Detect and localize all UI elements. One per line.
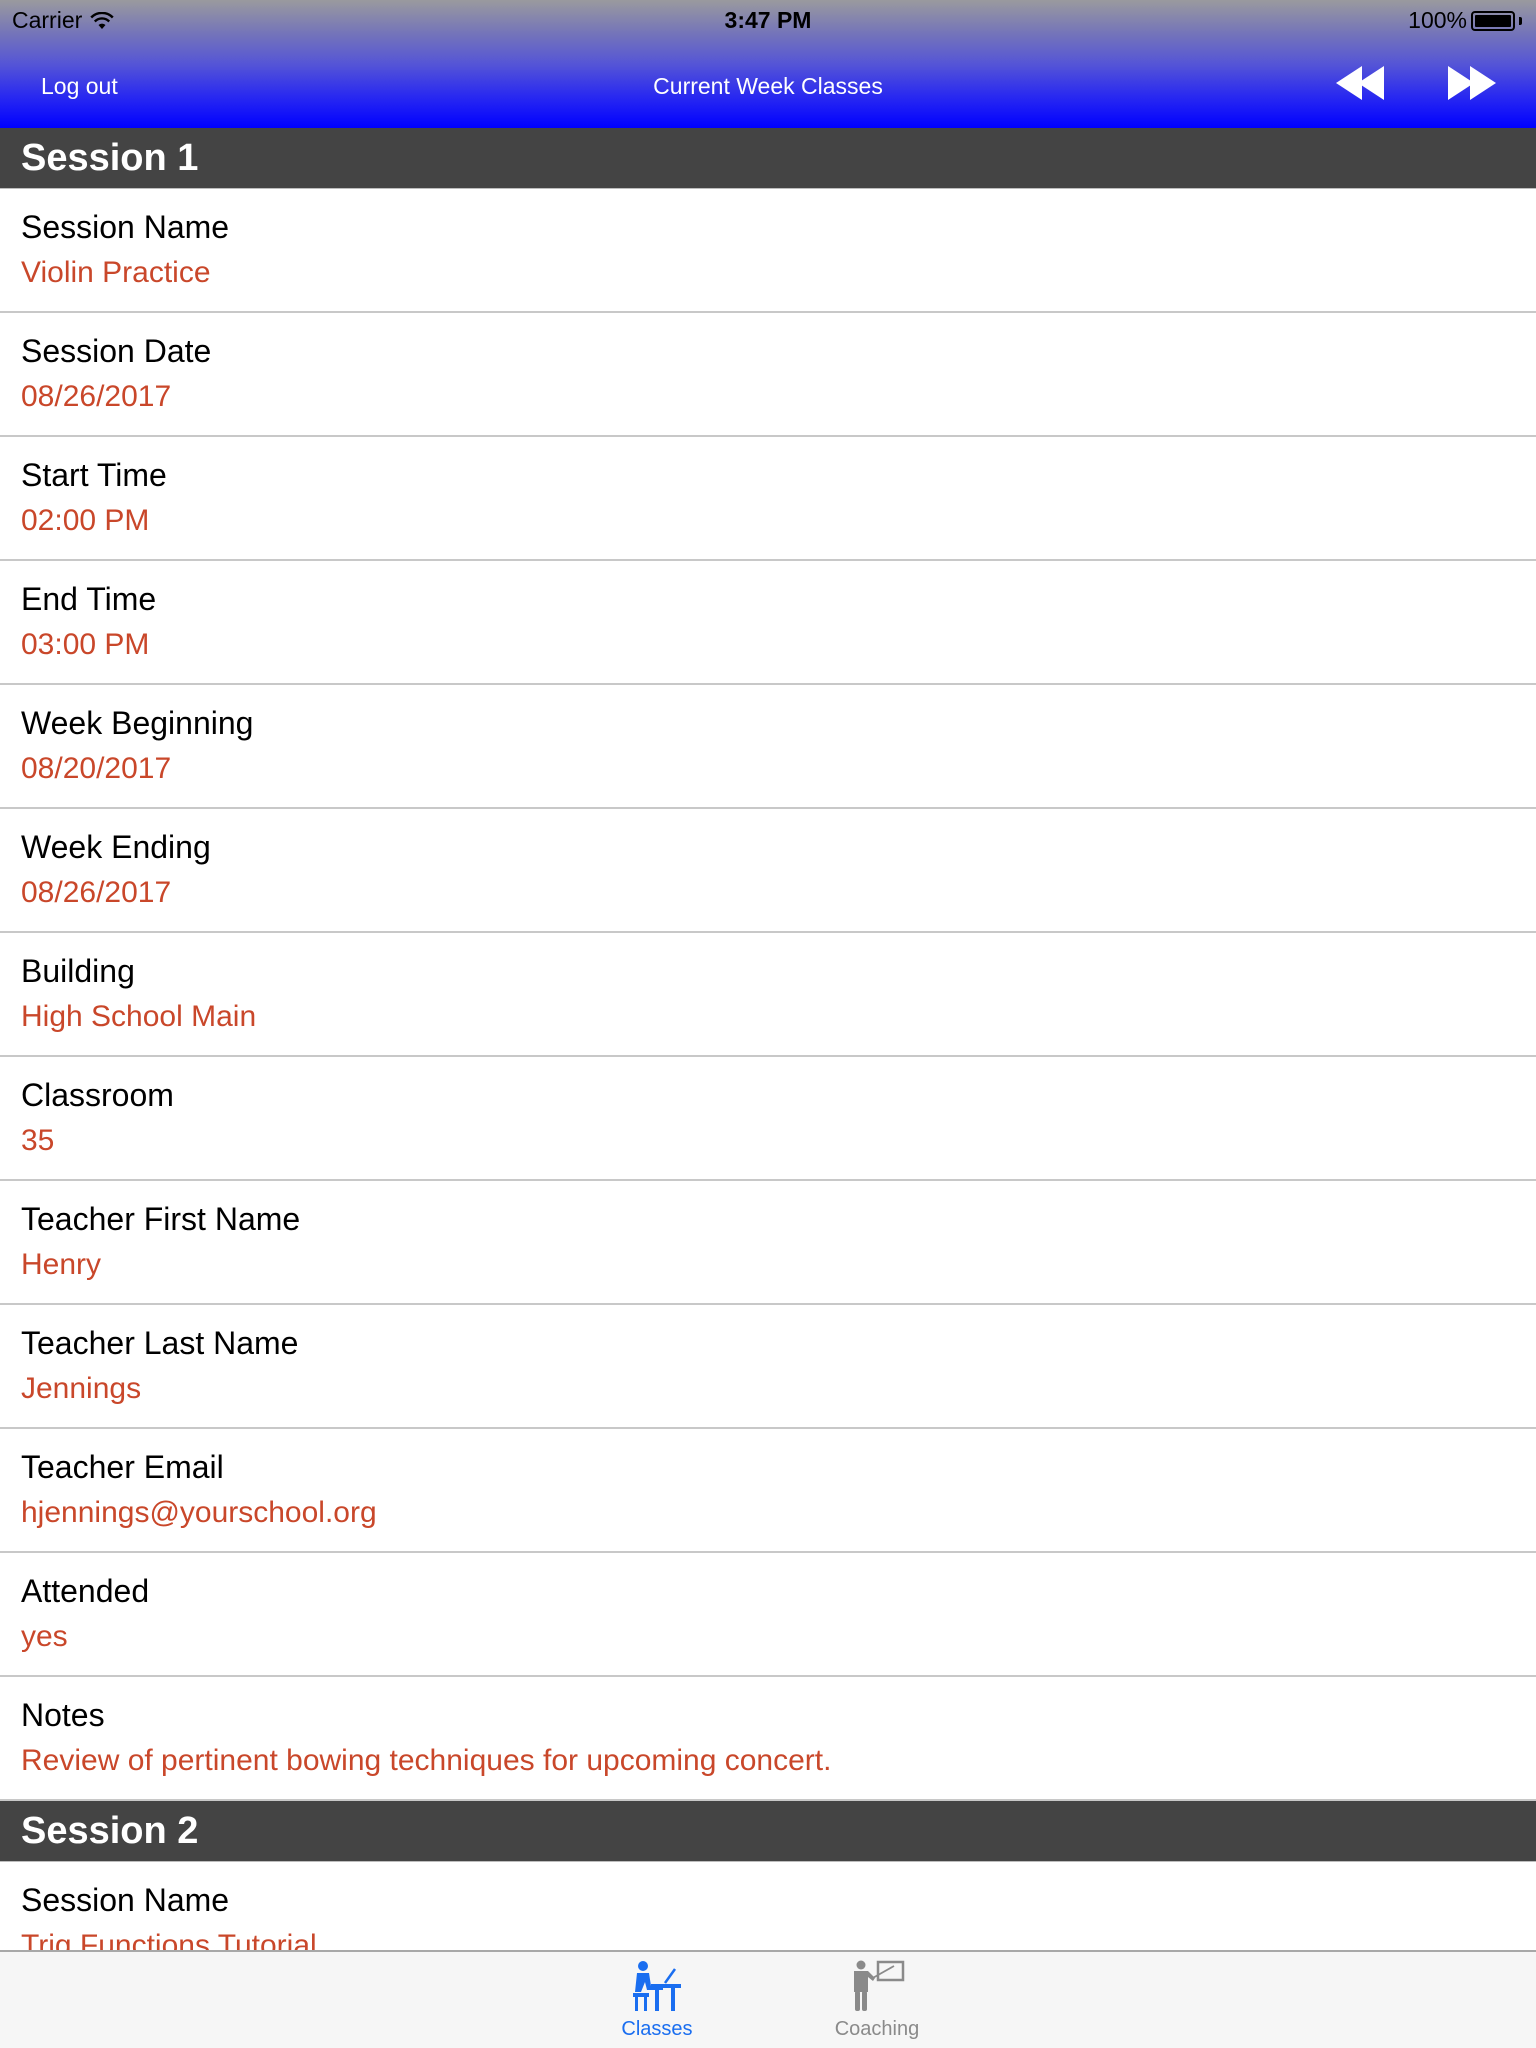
logout-button[interactable]: Log out [41,73,118,100]
battery-percent: 100% [1408,7,1467,33]
field-value: 35 [21,1124,55,1157]
field-row-building: Building High School Main [0,933,1536,1057]
field-value: 08/26/2017 [21,876,172,909]
field-label: Classroom [21,1077,174,1113]
tab-label: Coaching [834,2018,920,2040]
field-label: Building [21,953,135,989]
field-row-notes: Notes Review of pertinent bowing techniq… [0,1677,1536,1801]
field-value: Trig Functions Tutorial [21,1929,317,1950]
field-label: Start Time [21,457,167,493]
field-label: Session Name [21,209,230,245]
battery-indicator: 100% [1408,7,1522,34]
field-row-session-name: Session Name Trig Functions Tutorial [0,1862,1536,1950]
field-label: Session Name [21,1882,230,1918]
field-value: 03:00 PM [21,628,150,661]
sessions-list[interactable]: Session 1 Session Name Violin Practice S… [0,128,1536,1950]
field-label: Week Ending [21,829,211,865]
field-row-session-date: Session Date 08/26/2017 [0,313,1536,437]
field-value: Henry [21,1248,102,1281]
page-title: Current Week Classes [653,73,883,99]
field-label: End Time [21,581,157,617]
status-time: 3:47 PM [724,7,812,33]
status-bar: Carrier 3:47 PM 100% [0,0,1536,40]
field-row-week-ending: Week Ending 08/26/2017 [0,809,1536,933]
section-header-session-1: Session 1 [0,128,1536,189]
tab-bar: Classes Coaching [0,1950,1536,2048]
field-value: High School Main [21,1000,257,1033]
field-row-week-beginning: Week Beginning 08/20/2017 [0,685,1536,809]
navigation-bar: Log out Current Week Classes [0,40,1536,128]
section-header-session-2: Session 2 [0,1801,1536,1862]
field-label: Teacher Last Name [21,1325,299,1361]
field-label: Attended [21,1573,150,1609]
student-desk-icon [633,1961,681,2011]
field-label: Week Beginning [21,705,254,741]
field-value: 08/26/2017 [21,380,172,413]
field-label: Teacher First Name [21,1201,301,1237]
battery-icon [1471,10,1515,31]
field-value: yes [21,1620,68,1653]
field-label: Teacher Email [21,1449,224,1485]
field-row-session-name: Session Name Violin Practice [0,189,1536,313]
field-row-start-time: Start Time 02:00 PM [0,437,1536,561]
field-row-attended: Attended yes [0,1553,1536,1677]
field-label: Session Date [21,333,212,369]
tab-coaching[interactable]: Coaching [797,1960,957,2048]
teacher-email-link[interactable]: hjennings@yourschool.org [21,1496,377,1530]
field-value: Review of pertinent bowing techniques fo… [21,1744,832,1777]
tab-classes[interactable]: Classes [577,1960,737,2048]
tab-label: Classes [621,2018,693,2040]
field-row-classroom: Classroom 35 [0,1057,1536,1181]
field-row-teacher-first-name: Teacher First Name Henry [0,1181,1536,1305]
field-row-teacher-email: Teacher Email hjennings@yourschool.org [0,1429,1536,1553]
fast-forward-icon[interactable] [1444,66,1496,100]
field-value: Jennings [21,1372,142,1405]
field-value: 02:00 PM [21,504,150,537]
top-bar: Carrier 3:47 PM 100% Log out Current Wee… [0,0,1536,128]
field-row-teacher-last-name: Teacher Last Name Jennings [0,1305,1536,1429]
field-row-end-time: End Time 03:00 PM [0,561,1536,685]
field-value: Violin Practice [21,256,211,289]
field-value: 08/20/2017 [21,752,172,785]
teacher-board-icon [854,1960,905,2011]
field-label: Notes [21,1697,105,1733]
rewind-icon[interactable] [1336,66,1388,100]
